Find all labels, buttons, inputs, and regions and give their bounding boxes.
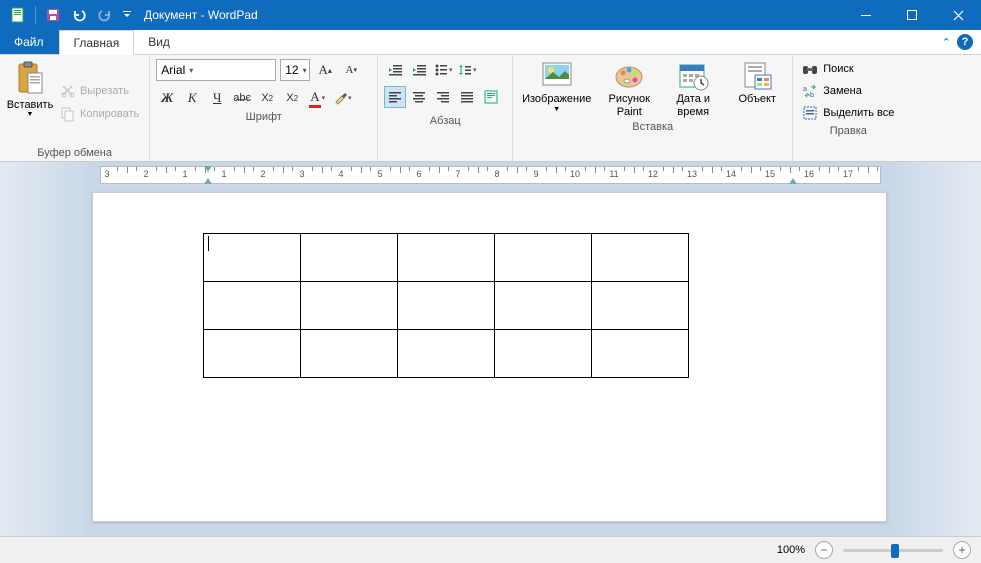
quick-access-toolbar xyxy=(0,4,134,26)
group-label-insert: Вставка xyxy=(519,119,786,133)
group-insert: Изображение▼ Рисунок Paint Дата и время … xyxy=(513,55,793,161)
font-size-combo[interactable]: 12▾ xyxy=(280,59,310,81)
decrease-indent-button[interactable] xyxy=(384,59,406,81)
text-cursor xyxy=(208,236,209,251)
replace-icon: ab xyxy=(802,83,818,99)
strikethrough-button[interactable]: a̶b̶є xyxy=(231,87,253,109)
new-doc-icon[interactable] xyxy=(7,4,29,26)
zoom-in-button[interactable]: + xyxy=(953,541,971,559)
collapse-ribbon-icon[interactable]: ⌃ xyxy=(942,36,951,49)
tab-file[interactable]: Файл xyxy=(0,30,59,54)
status-bar: 100% − + xyxy=(0,536,981,563)
paragraph-dialog-button[interactable] xyxy=(480,86,502,108)
tab-row: Файл Главная Вид ⌃ ? xyxy=(0,30,981,55)
scissors-icon xyxy=(60,83,76,99)
group-label-font: Шрифт xyxy=(156,109,371,123)
copy-icon xyxy=(60,106,76,122)
group-font: Arial▾ 12▾ A▴ A▾ Ж К Ч a̶b̶є X2 X2 A▾ ▾ … xyxy=(150,55,378,161)
group-label-editing: Правка xyxy=(799,123,897,137)
tab-home[interactable]: Главная xyxy=(59,30,135,55)
binoculars-icon xyxy=(802,61,818,77)
group-label-paragraph: Абзац xyxy=(384,113,506,127)
close-button[interactable] xyxy=(935,0,981,30)
replace-button[interactable]: ab Замена xyxy=(799,81,897,101)
align-left-button[interactable] xyxy=(384,86,406,108)
zoom-thumb[interactable] xyxy=(891,544,899,558)
table-row xyxy=(204,330,689,378)
maximize-button[interactable] xyxy=(889,0,935,30)
bold-button[interactable]: Ж xyxy=(156,87,178,109)
copy-button[interactable]: Копировать xyxy=(56,104,143,124)
highlight-button[interactable]: ▾ xyxy=(331,87,353,109)
ribbon: Вставить ▼ Вырезать Копировать Буфер обм… xyxy=(0,55,981,162)
image-icon xyxy=(541,59,573,91)
italic-button[interactable]: К xyxy=(181,87,203,109)
insert-image-button[interactable]: Изображение▼ xyxy=(519,59,594,119)
increase-indent-button[interactable] xyxy=(408,59,430,81)
group-editing: Поиск ab Замена Выделить все Правка xyxy=(793,55,903,161)
insert-object-button[interactable]: Объект xyxy=(728,59,786,119)
help-icon[interactable]: ? xyxy=(957,34,973,50)
grow-font-button[interactable]: A▴ xyxy=(314,59,336,81)
undo-icon[interactable] xyxy=(68,4,90,26)
table-row xyxy=(204,282,689,330)
cut-button[interactable]: Вырезать xyxy=(56,81,143,101)
table-row xyxy=(204,234,689,282)
window-title: Документ - WordPad xyxy=(144,8,258,22)
zoom-out-button[interactable]: − xyxy=(815,541,833,559)
window-controls xyxy=(843,0,981,30)
shrink-font-button[interactable]: A▾ xyxy=(340,59,362,81)
find-button[interactable]: Поиск xyxy=(799,59,897,79)
insert-paint-button[interactable]: Рисунок Paint xyxy=(600,59,658,119)
select-all-button[interactable]: Выделить все xyxy=(799,103,897,123)
calendar-icon xyxy=(677,59,709,91)
subscript-button[interactable]: X2 xyxy=(256,87,278,109)
tab-view[interactable]: Вид xyxy=(134,30,185,54)
save-icon[interactable] xyxy=(42,4,64,26)
palette-icon xyxy=(613,59,645,91)
group-label-clipboard: Буфер обмена xyxy=(6,145,143,159)
svg-text:b: b xyxy=(810,92,814,99)
align-center-button[interactable] xyxy=(408,86,430,108)
font-color-button[interactable]: A▾ xyxy=(306,87,328,109)
underline-button[interactable]: Ч xyxy=(206,87,228,109)
title-bar: Документ - WordPad xyxy=(0,0,981,30)
group-clipboard: Вставить ▼ Вырезать Копировать Буфер обм… xyxy=(0,55,150,161)
highlighter-icon xyxy=(333,91,347,105)
superscript-button[interactable]: X2 xyxy=(281,87,303,109)
minimize-button[interactable] xyxy=(843,0,889,30)
ruler[interactable]: 3211234567891011121314151617 xyxy=(100,166,881,184)
paste-button[interactable]: Вставить ▼ xyxy=(6,59,54,145)
align-right-button[interactable] xyxy=(432,86,454,108)
select-all-icon xyxy=(802,105,818,121)
page[interactable] xyxy=(92,192,887,522)
svg-text:a: a xyxy=(803,86,807,93)
object-icon xyxy=(741,59,773,91)
group-paragraph: ▾ ▾ Абзац xyxy=(378,55,513,161)
zoom-slider[interactable] xyxy=(843,549,943,552)
qat-dropdown-icon[interactable] xyxy=(120,4,134,26)
zoom-label: 100% xyxy=(777,544,805,556)
align-justify-button[interactable] xyxy=(456,86,478,108)
document-table[interactable] xyxy=(203,233,689,378)
document-area: 3211234567891011121314151617 xyxy=(0,162,981,536)
line-spacing-button[interactable]: ▾ xyxy=(456,59,478,81)
insert-datetime-button[interactable]: Дата и время xyxy=(664,59,722,119)
redo-icon[interactable] xyxy=(94,4,116,26)
font-family-combo[interactable]: Arial▾ xyxy=(156,59,276,81)
bullets-button[interactable]: ▾ xyxy=(432,59,454,81)
